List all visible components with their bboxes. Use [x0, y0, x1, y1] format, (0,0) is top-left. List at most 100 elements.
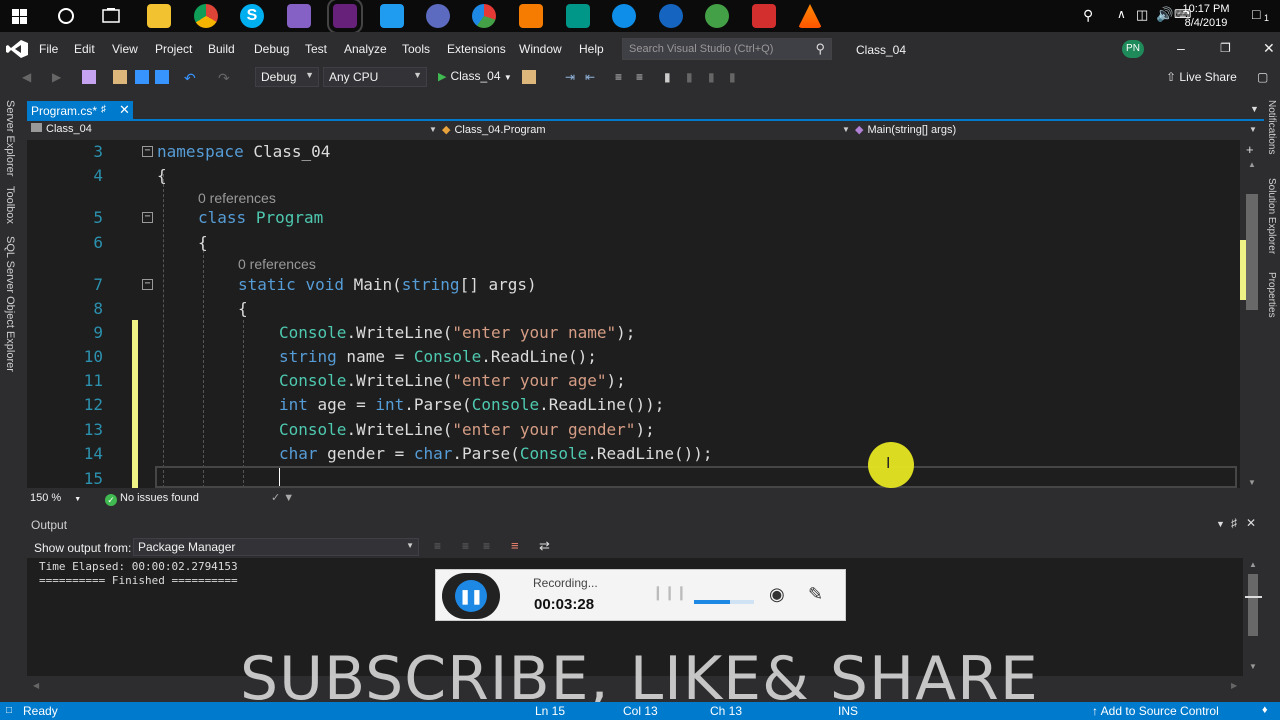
status-ins[interactable]: INS — [838, 704, 858, 718]
notification-bell-icon[interactable]: ♦ — [1262, 704, 1268, 716]
teamviewer-icon[interactable] — [612, 4, 636, 28]
chrome-icon[interactable] — [194, 4, 218, 28]
save-icon[interactable] — [135, 70, 149, 84]
arduino-icon[interactable] — [519, 4, 543, 28]
acrobat-icon[interactable] — [752, 4, 776, 28]
close-icon[interactable]: ✕ — [1246, 516, 1256, 530]
vlc-icon[interactable] — [798, 4, 822, 28]
clear-all-icon[interactable]: ≡ — [511, 538, 519, 553]
menu-file[interactable]: File — [39, 42, 58, 56]
visual-studio-icon[interactable] — [327, 0, 363, 34]
code-lens-references[interactable]: 0 references — [198, 190, 276, 206]
nav-project-select[interactable]: Class_04 — [31, 123, 92, 135]
scroll-left-icon[interactable]: ◀ — [33, 681, 39, 690]
menu-tools[interactable]: Tools — [402, 42, 430, 56]
search-icon[interactable]: ⚲ — [815, 41, 825, 57]
sql-server-object-explorer-tab[interactable]: SQL Server Object Explorer — [4, 236, 16, 372]
status-line[interactable]: Ln 15 — [535, 704, 565, 718]
undo-icon[interactable]: ↶ — [184, 70, 198, 86]
next-bookmark-icon[interactable]: ▮ — [708, 70, 722, 84]
code-lens-references[interactable]: 0 references — [238, 256, 316, 272]
menu-edit[interactable]: Edit — [74, 42, 95, 56]
avatar[interactable]: PN — [1122, 40, 1144, 58]
zoom-select[interactable]: 150 % ▼ — [30, 492, 81, 504]
navigate-back-icon[interactable]: ◀ — [22, 70, 36, 84]
feedback-icon[interactable]: ▢ — [1257, 70, 1271, 84]
navigate-forward-icon[interactable]: ▶ — [52, 70, 66, 84]
notifications-tab[interactable]: Notifications — [1266, 100, 1277, 154]
clear-bookmarks-icon[interactable]: ▮ — [729, 70, 743, 84]
scroll-up-icon[interactable]: ▲ — [1248, 160, 1256, 169]
vscode-icon[interactable] — [380, 4, 404, 28]
taskbar-clock[interactable]: 10:17 PM 8/4/2019 — [1178, 0, 1234, 30]
browser-link-icon[interactable] — [522, 70, 536, 84]
output-source-select[interactable]: Package Manager ▼ — [133, 538, 419, 556]
camera-recorder-icon[interactable] — [566, 4, 590, 28]
visual-studio-purple-icon[interactable] — [287, 4, 311, 28]
open-file-icon[interactable] — [113, 70, 127, 84]
find-message-icon[interactable]: ≡ — [434, 539, 441, 553]
server-explorer-tab[interactable]: Server Explorer — [4, 100, 16, 176]
code-editor[interactable]: 3 4 5 6 7 8 9 10 11 12 13 14 15 − − − 0 … — [27, 140, 1240, 488]
next-message-icon[interactable]: ≡ — [483, 539, 490, 553]
collapse-icon[interactable]: − — [142, 212, 153, 223]
menu-test[interactable]: Test — [305, 42, 327, 56]
menu-extensions[interactable]: Extensions — [447, 42, 506, 56]
pen-icon[interactable]: ✎ — [808, 584, 823, 605]
step-into-icon[interactable]: ⇥ — [565, 70, 579, 84]
issues-indicator[interactable]: ✓ No issues found — [105, 492, 199, 506]
scroll-down-icon[interactable]: ▼ — [1248, 478, 1256, 487]
webcam-icon[interactable]: ◉ — [769, 584, 785, 605]
close-icon[interactable]: ✕ — [1263, 40, 1275, 57]
menu-debug[interactable]: Debug — [254, 42, 289, 56]
nav-type-select[interactable]: ◆ Class_04.Program — [442, 123, 546, 136]
pause-recording-button[interactable]: ❚❚ — [442, 573, 500, 619]
comment-icon[interactable]: ≡ — [615, 70, 629, 84]
chevron-down-icon[interactable]: ▼ — [1216, 519, 1225, 529]
menu-analyze[interactable]: Analyze — [344, 42, 387, 56]
app-color-icon[interactable] — [472, 4, 496, 28]
skype-icon[interactable]: S — [240, 4, 264, 28]
uncomment-icon[interactable]: ≡ — [636, 70, 650, 84]
nav-member-select[interactable]: ◆ Main(string[] args) — [855, 123, 956, 136]
split-icon[interactable]: + — [1246, 142, 1254, 157]
app-globe-icon[interactable] — [426, 4, 450, 28]
status-col[interactable]: Col 13 — [623, 704, 658, 718]
search-input[interactable]: Search Visual Studio (Ctrl+Q) ⚲ — [622, 38, 832, 60]
prev-message-icon[interactable]: ≡ — [462, 539, 469, 553]
toolbox-tab[interactable]: Toolbox — [4, 186, 16, 224]
pin-icon[interactable]: ♯ — [101, 104, 106, 115]
word-wrap-icon[interactable]: ⇄ — [539, 538, 550, 554]
collapse-icon[interactable]: − — [142, 146, 153, 157]
configuration-select[interactable]: Debug ▼ — [255, 67, 319, 87]
utorrent-icon[interactable] — [705, 4, 729, 28]
add-to-source-control-button[interactable]: ↑ Add to Source Control — [1092, 704, 1219, 718]
cleanup-icon[interactable]: ✓ ▼ — [271, 491, 294, 504]
redo-icon[interactable]: ↷ — [218, 70, 232, 86]
properties-tab[interactable]: Properties — [1266, 272, 1277, 318]
file-explorer-icon[interactable] — [147, 4, 171, 28]
save-all-icon[interactable] — [155, 70, 169, 84]
start-debugging-button[interactable]: ▶ Class_04 ▼ — [438, 69, 512, 83]
tab-program-cs[interactable]: Program.cs* ♯ ✕ — [27, 101, 133, 121]
scroll-down-icon[interactable]: ▼ — [1249, 662, 1257, 671]
status-ch[interactable]: Ch 13 — [710, 704, 742, 718]
maximize-icon[interactable]: ❐ — [1220, 41, 1231, 55]
minimize-icon[interactable]: – — [1177, 40, 1185, 56]
volume-slider[interactable] — [694, 600, 754, 604]
task-view-icon[interactable] — [102, 7, 120, 25]
close-tab-icon[interactable]: ✕ — [119, 102, 130, 118]
menu-project[interactable]: Project — [155, 42, 192, 56]
new-project-icon[interactable] — [82, 70, 96, 84]
scroll-thumb[interactable] — [1246, 194, 1258, 310]
bookmark-icon[interactable]: ▮ — [664, 70, 678, 84]
collapse-icon[interactable]: − — [142, 279, 153, 290]
editor-vertical-scrollbar[interactable]: + ▲ ▼ — [1240, 140, 1264, 488]
live-share-button[interactable]: ⇧ Live Share — [1166, 70, 1237, 84]
step-over-icon[interactable]: ⇤ — [585, 70, 599, 84]
windows-start-icon[interactable] — [12, 9, 27, 24]
menu-build[interactable]: Build — [208, 42, 235, 56]
browser-c-icon[interactable] — [659, 4, 683, 28]
scroll-thumb[interactable] — [1248, 574, 1258, 636]
cortana-icon[interactable] — [57, 7, 75, 25]
